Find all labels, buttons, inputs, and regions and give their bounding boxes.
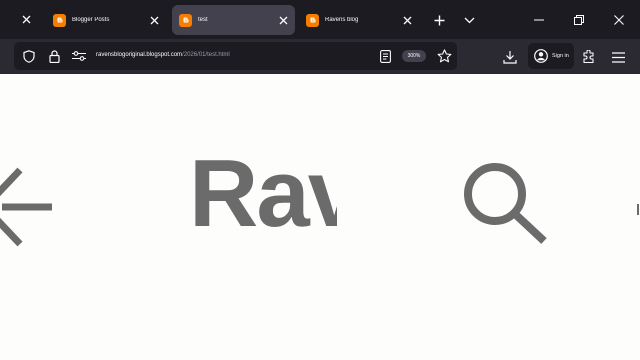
tracking-protection-button[interactable] [21,48,37,64]
extensions-icon [583,50,594,64]
chevron-down-icon [464,17,474,23]
downloads-button[interactable] [501,48,519,66]
tab-close-button[interactable] [399,12,415,28]
permissions-button[interactable] [70,48,88,64]
bookmark-button[interactable] [435,47,453,65]
close-icon [22,15,30,23]
extensions-button[interactable] [580,48,598,66]
download-icon [503,51,517,64]
edge-glyph [637,204,639,215]
url-path: /2026/01/test.html [182,52,230,58]
app-menu-button[interactable] [609,48,627,66]
tab-blogger-posts[interactable]: Blogger Posts [46,5,166,35]
new-tab-button[interactable] [430,11,448,29]
site-title-fragment: Rav [185,152,337,252]
blogger-icon [179,13,192,27]
tab-close-button[interactable] [146,12,162,28]
zoom-level-button[interactable]: 300% [402,50,426,62]
shield-icon [23,49,35,63]
sign-in-button[interactable]: Sign in [528,43,574,69]
tab-title: Ravens blog [325,17,359,23]
lock-icon [48,49,60,63]
tab-ravens-blog[interactable]: Ravens blog [299,5,419,35]
restore-icon [574,15,584,25]
menu-icon [611,51,625,63]
close-icon [614,15,624,25]
tab-title: Blogger Posts [72,17,110,23]
navigation-toolbar: ravensblogoriginal.blogspot.com/2026/01/… [0,39,640,74]
blogger-icon [53,13,66,27]
account-icon [534,49,548,63]
site-title-text: Rav [189,152,337,247]
page-content: Rav [0,74,640,360]
star-icon [437,49,451,63]
tab-test[interactable]: test [172,5,295,35]
url-text[interactable]: ravensblogoriginal.blogspot.com/2026/01/… [96,52,230,58]
close-icon [403,16,411,24]
arrow-left-icon[interactable] [0,167,54,247]
sign-in-label: Sign in [552,53,569,59]
permissions-icon [72,51,86,61]
tab-title: test [198,17,208,23]
reader-view-button[interactable] [377,48,393,64]
plus-icon [434,15,444,25]
minimize-button[interactable] [530,11,548,29]
close-tab-button[interactable] [18,11,34,27]
blogger-icon [306,13,319,27]
restore-button[interactable] [570,11,588,29]
url-domain: ravensblogoriginal.blogspot.com [96,52,183,58]
close-icon [279,16,287,24]
list-all-tabs-button[interactable] [460,11,478,29]
tab-strip: Blogger Posts test Ravens blog [0,0,640,39]
minimize-icon [534,19,544,21]
search-icon[interactable] [461,162,551,244]
site-security-button[interactable] [46,48,62,64]
tab-close-button[interactable] [275,12,291,28]
close-icon [150,16,158,24]
reader-view-icon [379,49,391,63]
address-bar[interactable]: ravensblogoriginal.blogspot.com/2026/01/… [14,42,457,70]
close-window-button[interactable] [610,11,628,29]
